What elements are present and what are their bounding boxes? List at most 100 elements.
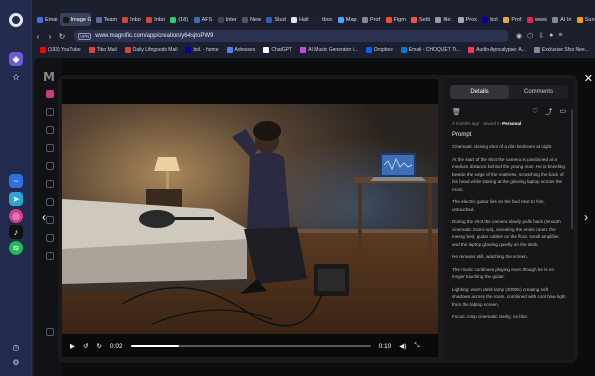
gallery-icon[interactable] xyxy=(46,144,54,152)
bookmark-item[interactable]: ChatGPT xyxy=(263,47,292,53)
search-icon[interactable] xyxy=(46,126,54,134)
next-arrow-icon[interactable]: › xyxy=(584,210,588,224)
profile-icon[interactable]: ● xyxy=(549,32,553,40)
camera-icon[interactable]: ◉ xyxy=(516,32,522,40)
tab[interactable]: Prox xyxy=(455,13,478,26)
community-icon[interactable] xyxy=(46,162,54,170)
tab[interactable]: Hall xyxy=(288,13,309,26)
tab[interactable]: AI In xyxy=(549,13,572,26)
app-new-icon[interactable] xyxy=(46,90,54,98)
forward-icon[interactable]: › xyxy=(44,32,56,41)
bookmark-label: Email - CHOQUET Ti... xyxy=(408,47,461,53)
bookmark-item[interactable]: Adresses xyxy=(226,47,255,53)
close-icon[interactable]: ✕ xyxy=(584,72,593,85)
reload-icon[interactable]: ↻ xyxy=(56,32,68,41)
bookmark-item[interactable]: Email - CHOQUET Ti... xyxy=(400,47,461,53)
bookmark-item[interactable]: bol. - home xyxy=(185,47,219,53)
spotify-icon[interactable]: ≋ xyxy=(9,241,23,255)
messenger-icon[interactable]: ~ xyxy=(9,174,23,188)
extensions-icon[interactable]: ⬡ xyxy=(527,32,533,40)
browser-sidebar: ◆ ☆ ~ ➤ ◎ ♪ ≋ ◷ ⚙ xyxy=(0,0,32,376)
instagram-icon[interactable]: ◎ xyxy=(9,209,23,223)
saved-in-value[interactable]: Personal xyxy=(502,121,521,126)
audio-tool-icon[interactable] xyxy=(46,216,54,224)
app-settings-icon[interactable] xyxy=(46,328,54,336)
play-icon[interactable]: ▶ xyxy=(70,342,75,350)
edit-tool-icon[interactable] xyxy=(46,234,54,242)
fullscreen-icon[interactable]: ⤡ xyxy=(414,342,419,350)
rewind-icon[interactable]: ↺ xyxy=(83,342,88,350)
tab[interactable]: Inter xyxy=(215,13,237,26)
tab-favicon-icon xyxy=(266,16,273,23)
tab[interactable]: Team xyxy=(93,13,117,26)
vpn-badge[interactable]: VPN xyxy=(78,32,92,40)
heart-icon[interactable]: ♡ xyxy=(532,107,538,117)
tab[interactable]: Sun xyxy=(574,13,595,26)
bookmark-item[interactable]: Tibo Mail xyxy=(88,47,117,53)
bookmark-item[interactable]: Exclusive Sfxs Nee... xyxy=(533,47,589,53)
forward-skip-icon[interactable]: ↻ xyxy=(96,342,101,350)
tab[interactable]: Prof xyxy=(500,13,522,26)
tab-details[interactable]: Details xyxy=(450,85,509,99)
tab-favicon-icon xyxy=(337,16,344,23)
home-icon[interactable] xyxy=(46,108,54,116)
tab[interactable]: www xyxy=(524,13,547,26)
tab-label: file: xyxy=(443,16,452,23)
telegram-icon[interactable]: ➤ xyxy=(9,192,23,206)
video-player[interactable]: ▶ ↺ ↻ 0:02 0:10 ◀) ⤡ xyxy=(62,79,438,357)
back-icon[interactable]: ‹ xyxy=(32,32,44,41)
app-logo-icon[interactable]: M xyxy=(43,70,55,84)
star-icon[interactable]: ☆ xyxy=(9,70,23,84)
tab[interactable]: file: xyxy=(432,13,452,26)
bookmark-item[interactable]: (193) YouTube xyxy=(40,47,81,53)
tab[interactable]: Prof xyxy=(359,13,381,26)
video-tool-icon[interactable] xyxy=(46,198,54,206)
opera-logo-icon[interactable] xyxy=(9,13,23,27)
bookmark-item[interactable]: Audio Apocalypse: A... xyxy=(468,47,526,53)
upscale-icon[interactable] xyxy=(46,252,54,260)
tools-icon[interactable] xyxy=(46,180,54,188)
folder-icon[interactable]: ▭ xyxy=(559,107,566,117)
tab[interactable]: Stud xyxy=(263,13,286,26)
progress-bar[interactable] xyxy=(130,345,371,347)
tab[interactable]: Setti xyxy=(408,13,430,26)
prompt-paragraph: Focus: crisp cinematic clarity, no blur. xyxy=(452,314,528,319)
tab[interactable]: bol xyxy=(479,13,498,26)
address-bar[interactable]: VPN www.magnific.com/app/creation/y64sjt… xyxy=(74,30,508,42)
bookmark-item[interactable]: AI Music Generator i... xyxy=(300,47,358,53)
tab-comments[interactable]: Comments xyxy=(509,85,568,99)
delete-icon[interactable]: 🗑 xyxy=(452,108,461,116)
tab[interactable]: Inbo xyxy=(143,13,165,26)
prompt-paragraph: During the shot the camera slowly pulls … xyxy=(452,219,561,247)
previous-arrow-icon[interactable]: ‹ xyxy=(42,210,46,224)
share-icon[interactable]: ⤴ xyxy=(545,107,552,117)
bookmark-favicon-icon xyxy=(365,47,372,53)
volume-icon[interactable]: ◀) xyxy=(399,342,406,350)
tab[interactable]: tboc xyxy=(311,13,333,26)
tab[interactable]: Image G xyxy=(59,13,91,26)
history-icon[interactable]: ◷ xyxy=(9,340,23,354)
tiktok-icon[interactable]: ♪ xyxy=(9,225,23,239)
prompt-paragraph: The electric guitar lies on the bed next… xyxy=(452,199,545,212)
tab[interactable]: AFS xyxy=(191,13,213,26)
tab[interactable]: Figm xyxy=(383,13,406,26)
tab-label: Prox xyxy=(465,16,477,23)
bookmark-item[interactable]: Daily Lifegoods Mail xyxy=(124,47,177,53)
menu-icon[interactable]: ≡ xyxy=(558,32,562,40)
tab[interactable]: Map xyxy=(335,13,357,26)
tab[interactable]: Emai xyxy=(34,13,58,26)
bookmark-label: Dropbox xyxy=(373,47,393,53)
navigation-bar: ‹ › ↻ VPN www.magnific.com/app/creation/… xyxy=(32,28,595,44)
download-icon[interactable]: ⇩ xyxy=(538,32,544,40)
tab[interactable]: New xyxy=(239,13,261,26)
prompt-paragraph: Lighting: warm desk lamp (3000K) creatin… xyxy=(452,286,566,307)
bookmark-favicon-icon xyxy=(185,47,192,53)
details-scrollbar[interactable] xyxy=(571,109,573,229)
bookmark-item[interactable]: Dropbox xyxy=(365,47,393,53)
settings-icon[interactable]: ⚙ xyxy=(9,355,23,369)
progress-fill xyxy=(130,345,179,347)
tab[interactable]: Inbo xyxy=(119,13,141,26)
tab[interactable]: (18) xyxy=(167,13,188,26)
aria-icon[interactable]: ◆ xyxy=(9,52,23,66)
bookmark-favicon-icon xyxy=(400,47,407,53)
